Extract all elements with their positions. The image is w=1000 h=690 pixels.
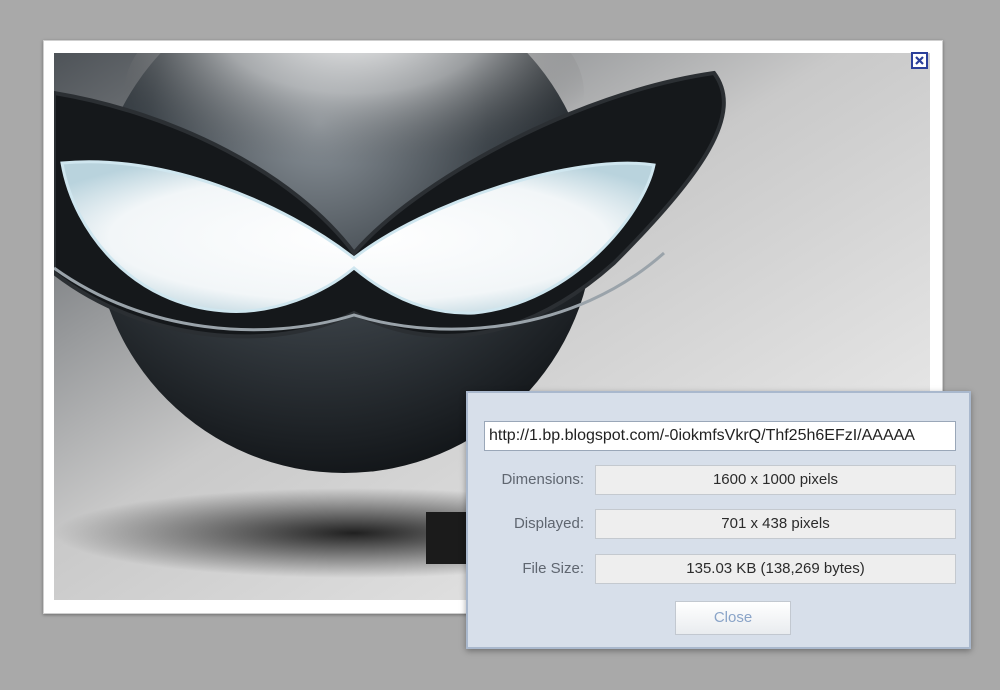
image-info-panel: http://1.bp.blogspot.com/-0iokmfsVkrQ/Th… <box>466 391 971 649</box>
close-button[interactable]: Close <box>675 601 791 635</box>
filesize-value: 135.03 KB (138,269 bytes) <box>595 554 956 584</box>
dimensions-label: Dimensions: <box>501 471 584 488</box>
displayed-value: 701 x 438 pixels <box>595 509 956 539</box>
image-url-field[interactable]: http://1.bp.blogspot.com/-0iokmfsVkrQ/Th… <box>484 421 956 451</box>
dimensions-value: 1600 x 1000 pixels <box>595 465 956 495</box>
close-x-icon[interactable] <box>911 52 928 69</box>
filesize-label: File Size: <box>522 560 584 577</box>
displayed-label: Displayed: <box>513 515 584 532</box>
